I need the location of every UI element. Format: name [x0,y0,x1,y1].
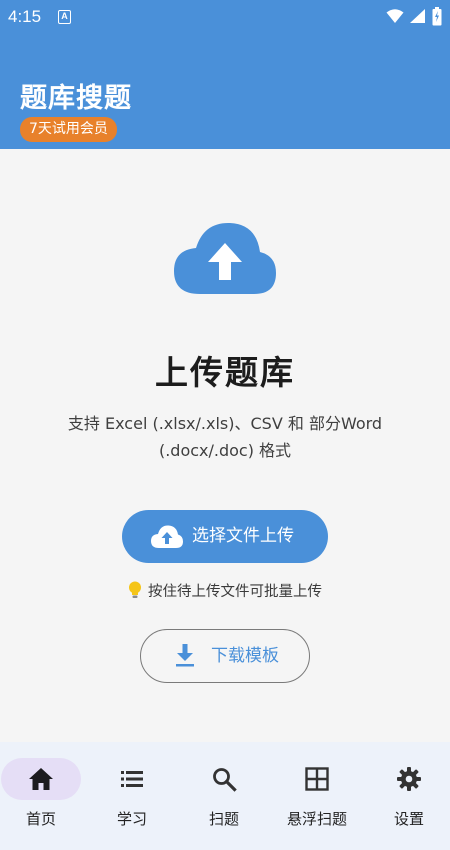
download-template-button[interactable]: 下载模板 [140,629,310,683]
nav-item-floating-scan[interactable]: 悬浮扫题 [276,742,366,842]
gear-icon [397,767,421,791]
status-time: 4:15 [8,7,42,26]
nav-label-study: 学习 [116,810,147,828]
download-icon [176,644,194,667]
app-header: 4:15 A 题库搜题 7天试用会员 [0,0,450,149]
list-icon [121,771,143,787]
batch-upload-tip: 按住待上传文件可批量上传 [0,580,450,604]
bottom-navigation: 首页 学习 扫题 悬浮扫题 设置 [0,742,450,850]
cloud-upload-icon [174,222,276,294]
page-title: 题库搜题 [20,83,132,114]
nav-item-settings[interactable]: 设置 [368,742,450,842]
search-icon [213,768,237,792]
upload-button-label: 选择文件上传 [192,526,294,546]
wifi-icon [386,9,404,23]
nav-label-home: 首页 [25,810,56,828]
download-button-label: 下载模板 [211,646,279,666]
format-description: 支持 Excel (.xlsx/.xls)、CSV 和 部分Word (.doc… [67,414,383,460]
trial-member-badge[interactable]: 7天试用会员 [20,117,117,142]
nav-label-scan: 扫题 [208,810,239,828]
nav-item-home[interactable]: 首页 [0,742,90,842]
notification-icon: A [58,10,71,24]
select-file-upload-button[interactable]: 选择文件上传 [122,510,328,563]
cloud-upload-icon [151,525,183,548]
gesture-bar [0,842,450,850]
signal-icon [410,9,425,23]
battery-icon [432,7,442,26]
grid-icon [305,767,329,791]
nav-label-floating-scan: 悬浮扫题 [286,810,347,828]
tip-text: 按住待上传文件可批量上传 [148,584,322,600]
home-icon [29,768,53,790]
upload-heading: 上传题库 [155,353,295,392]
status-bar: 4:15 A [0,0,450,34]
lightbulb-icon [129,581,141,598]
nav-item-study[interactable]: 学习 [91,742,181,842]
nav-label-settings: 设置 [393,810,424,828]
nav-item-scan[interactable]: 扫题 [183,742,273,842]
